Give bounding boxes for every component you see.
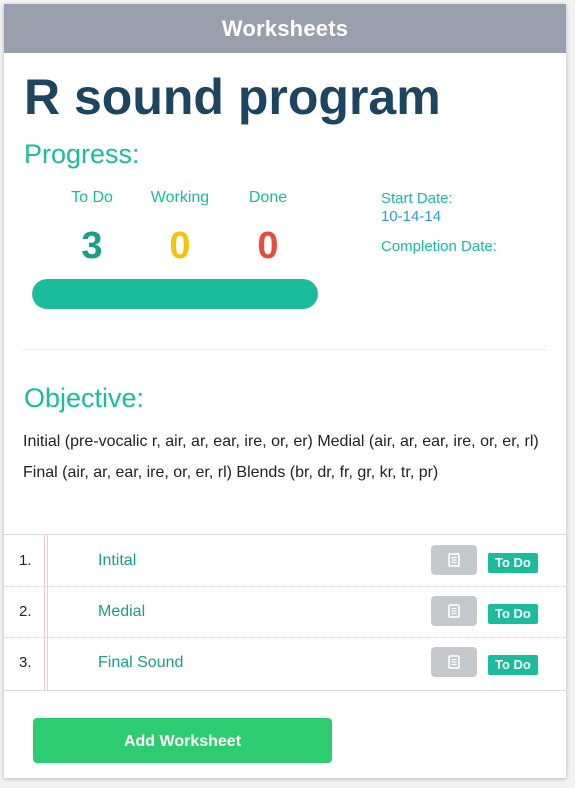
worksheet-row[interactable]: 1. Intital To Do (4, 535, 566, 587)
worksheet-name[interactable]: Medial (98, 586, 145, 637)
worksheet-name[interactable]: Final Sound (98, 637, 183, 688)
panel-header: Worksheets (4, 4, 566, 53)
stat-working: Working 0 (135, 188, 225, 268)
document-icon (448, 604, 460, 618)
worksheet-name[interactable]: Intital (98, 535, 136, 586)
stat-todo: To Do 3 (47, 188, 137, 268)
stat-working-value: 0 (169, 225, 191, 267)
completion-date-label: Completion Date: (381, 238, 497, 255)
stat-working-label: Working (150, 189, 210, 206)
progress-heading: Progress: (24, 139, 140, 169)
status-badge: To Do (488, 655, 538, 675)
view-worksheet-button[interactable] (431, 545, 477, 575)
progress-bar (32, 279, 318, 309)
objective-text: Initial (pre-vocalic r, air, ar, ear, ir… (23, 433, 539, 481)
status-badge: To Do (488, 604, 538, 624)
start-date-label: Start Date: (381, 190, 453, 207)
worksheet-row[interactable]: 2. Medial To Do (4, 586, 566, 638)
start-date-value: 10-14-14 (381, 208, 442, 225)
row-number: 2. (19, 603, 32, 620)
program-title: R sound program (24, 69, 441, 125)
stat-done-label: Done (248, 189, 288, 206)
document-icon (448, 655, 460, 669)
worksheet-row[interactable]: 3. Final Sound To Do (4, 637, 566, 688)
progress-bar-fill (32, 279, 318, 309)
status-badge: To Do (488, 553, 538, 573)
worksheet-list: 1. Intital To Do 2. Medial To Do 3. Fina… (4, 534, 566, 691)
document-icon (448, 553, 460, 567)
view-worksheet-button[interactable] (431, 596, 477, 626)
stat-todo-value: 3 (81, 225, 103, 267)
section-divider (23, 349, 546, 350)
row-number: 3. (19, 654, 32, 671)
stat-done: Done 0 (223, 188, 313, 268)
row-number: 1. (19, 552, 32, 569)
objective-heading: Objective: (24, 383, 145, 413)
view-worksheet-button[interactable] (431, 647, 477, 677)
worksheets-panel: Worksheets R sound program Progress: To … (4, 4, 566, 778)
stat-todo-label: To Do (71, 189, 113, 206)
stat-done-value: 0 (257, 225, 279, 267)
add-worksheet-button[interactable]: Add Worksheet (33, 718, 332, 763)
